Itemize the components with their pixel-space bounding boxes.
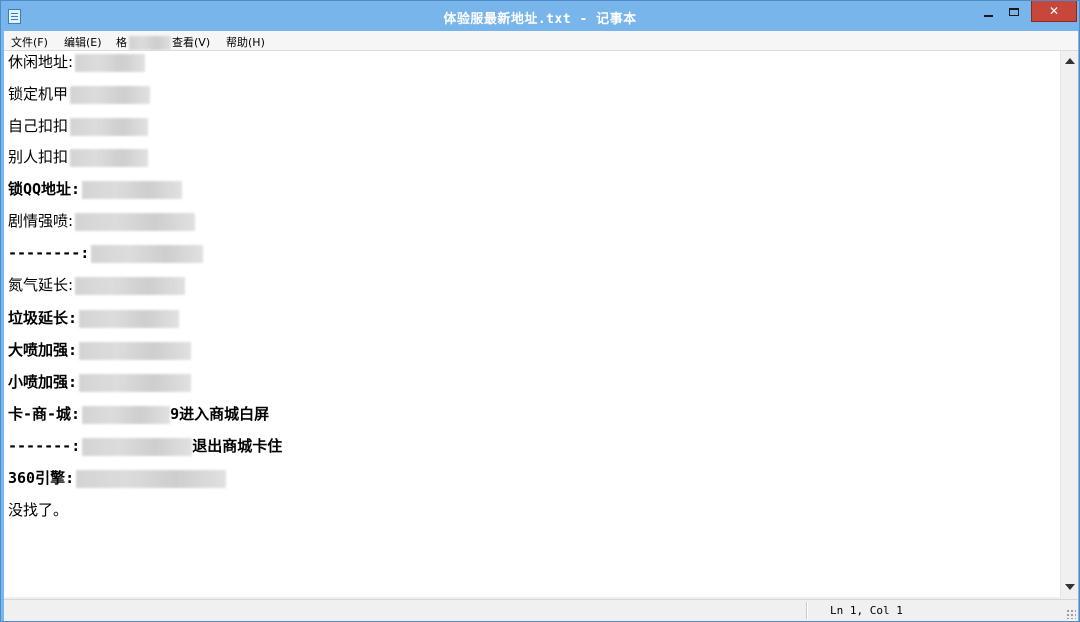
window-title: 体验服最新地址.txt - 记事本 [443,12,637,27]
redaction-blur [70,148,149,167]
text-line: --------: [8,242,204,264]
line-text: 休闲地址: [8,53,74,71]
line-text: 垃圾延长: [8,309,78,327]
maximize-button[interactable] [1001,1,1027,22]
menu-view[interactable]: 查看(V) [172,34,210,50]
text-editor[interactable]: 休闲地址: 锁定机甲 自己扣扣 别人扣扣 锁QQ地址: 剧情强喷: ------… [4,51,1060,597]
redaction-blur [70,117,149,136]
line-tail-text: 退出商城卡住 [192,437,283,455]
redaction-blur [82,180,183,199]
minimize-icon [983,14,993,17]
text-line: -------: 退出商城卡住 [8,435,282,457]
text-line: 氮气延长: [8,274,186,296]
redaction-blur [91,244,204,263]
text-line: 休闲地址: [8,51,146,73]
status-divider [806,602,807,619]
scroll-up-icon[interactable] [1065,58,1075,64]
title-bar[interactable]: 体验服最新地址.txt - 记事本 ✕ [1,1,1079,31]
text-line: 别人扣扣 [8,146,149,168]
text-line: 自己扣扣 [8,115,149,137]
redaction-blur [75,53,146,72]
redaction-blur [75,276,186,295]
text-line: 剧情强喷: [8,210,196,232]
line-text: 锁QQ地址: [8,180,81,198]
text-line: 卡-商-城: 9进入商城白屏 [8,403,269,425]
line-text: 自己扣扣 [8,117,69,135]
line-text: 大喷加强: [8,341,78,359]
text-line: 锁QQ地址: [8,178,183,200]
close-button[interactable]: ✕ [1031,1,1077,22]
menu-bar: 文件(F) 编辑(E) 格 查看(V) 帮助(H) [4,31,1078,51]
cursor-position: Ln 1, Col 1 [830,604,903,617]
menu-edit[interactable]: 编辑(E) [64,34,102,50]
line-text: 剧情强喷: [8,212,74,230]
redaction-blur [79,373,192,392]
redaction-blur [75,212,196,231]
status-bar: Ln 1, Col 1 [4,599,1078,621]
line-text: 锁定机甲 [8,85,69,103]
text-line: 没找了。 [8,499,68,521]
vertical-scrollbar[interactable] [1060,51,1078,597]
redaction-blur [82,405,171,424]
redaction-blur [76,469,227,488]
line-text: --------: [8,244,90,262]
scroll-down-icon[interactable] [1065,584,1075,590]
text-line: 360引擎: [8,467,227,489]
text-line: 大喷加强: [8,339,192,361]
text-line: 锁定机甲 [8,83,151,105]
line-tail-text: 9进入商城白屏 [170,405,270,423]
line-text: 没找了。 [8,501,69,519]
menu-file[interactable]: 文件(F) [11,34,48,50]
redaction-blur [129,36,171,50]
line-text: 卡-商-城: [8,405,81,423]
text-line: 小喷加强: [8,371,192,393]
line-text: 别人扣扣 [8,148,69,166]
menu-format-label: 格 [116,36,127,49]
close-icon: ✕ [1048,4,1060,18]
redaction-blur [79,309,180,328]
minimize-button[interactable] [975,1,1001,22]
redaction-blur [70,85,151,104]
resize-grip-icon[interactable] [1066,609,1076,619]
redaction-blur [79,341,192,360]
redaction-blur [82,437,193,456]
menu-format[interactable]: 格 [116,34,171,50]
line-text: -------: [8,437,81,455]
notepad-window: 体验服最新地址.txt - 记事本 ✕ 文件(F) 编辑(E) 格 查看(V) … [0,0,1080,622]
line-text: 氮气延长: [8,276,74,294]
text-line: 垃圾延长: [8,307,180,329]
line-text: 360引擎: [8,469,75,487]
maximize-icon [1009,7,1019,16]
line-text: 小喷加强: [8,373,78,391]
menu-help[interactable]: 帮助(H) [226,34,265,50]
